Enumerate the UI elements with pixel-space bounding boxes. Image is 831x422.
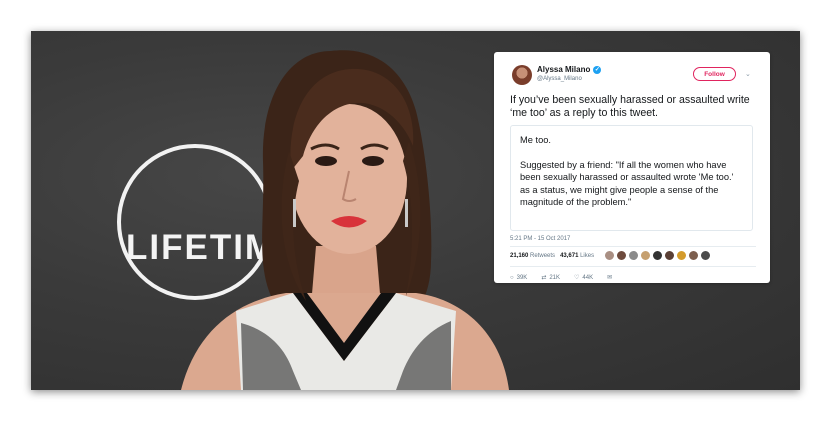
liker-avatar[interactable] [640,250,651,261]
reply-action[interactable]: ○ 39K [510,274,527,281]
retweets-label[interactable]: Retweets [530,253,555,259]
liker-avatar[interactable] [628,250,639,261]
likes-count[interactable]: 43,671 [560,253,578,259]
follow-button[interactable]: Follow [693,67,736,81]
liker-avatars [604,250,711,261]
chevron-down-icon[interactable]: ⌄ [745,70,751,78]
liker-avatar[interactable] [688,250,699,261]
author-name[interactable]: Alyssa Milano ✓ [537,65,602,74]
retweets-count[interactable]: 21,160 [510,253,528,259]
liker-avatar[interactable] [604,250,615,261]
author-handle[interactable]: @Alyssa_Milano [537,76,582,82]
author-name-text[interactable]: Alyssa Milano [537,65,590,74]
message-action[interactable]: ✉ [607,274,612,281]
tweet-timestamp[interactable]: 5:21 PM - 15 Oct 2017 [510,236,570,242]
retweet-action[interactable]: ⇄ 21K [541,274,561,282]
liker-avatar[interactable] [616,250,627,261]
envelope-icon: ✉ [607,275,613,281]
quote-line-1: Me too. [520,135,552,145]
tweet-card: Alyssa Milano ✓ @Alyssa_Milano Follow ⌄ I… [494,52,770,283]
liker-avatar[interactable] [664,250,675,261]
liker-avatar[interactable] [676,250,687,261]
tweet-text: If you’ve been sexually harassed or assa… [510,94,750,119]
reply-icon: ○ [510,274,514,281]
like-action[interactable]: ♡ 44K [574,274,594,282]
verified-icon: ✓ [593,66,602,74]
reply-count: 39K [516,274,528,281]
likes-label[interactable]: Likes [580,253,594,259]
liker-avatar[interactable] [700,250,711,261]
retweet-icon: ⇄ [541,275,547,281]
quote-line-2: Suggested by a friend: "If all the women… [520,159,734,208]
divider [510,266,756,267]
like-count: 44K [582,274,594,281]
divider [510,246,756,247]
heart-icon: ♡ [574,275,580,281]
retweet-count: 21K [549,274,561,281]
quoted-text-box: Me too. Suggested by a friend: "If all t… [510,125,753,231]
liker-avatar[interactable] [652,250,663,261]
avatar[interactable] [512,65,532,85]
tweet-actions: ○ 39K ⇄ 21K ♡ 44K ✉ [510,274,612,282]
engagement-stats: 21,160 Retweets 43,671 Likes [510,253,594,259]
